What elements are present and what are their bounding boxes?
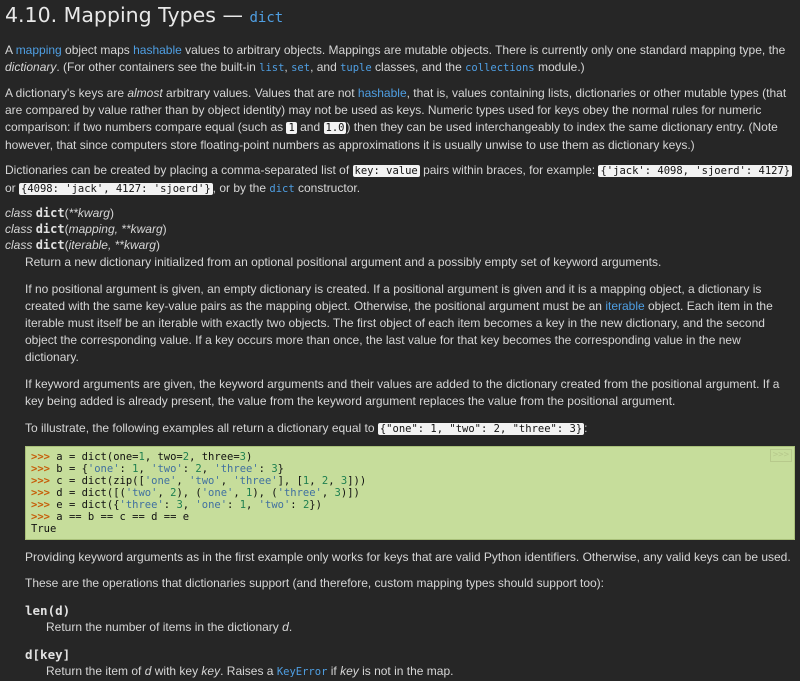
desc-operations: These are the operations that dictionari… <box>25 576 604 590</box>
dict-description: Return a new dictionary initialized from… <box>25 254 795 681</box>
literal-example-1: {'jack': 4098, 'sjoerd': 4127} <box>598 165 793 177</box>
desc-keyword: If keyword arguments are given, the keyw… <box>25 377 780 408</box>
signature-1: class dict(**kwarg) <box>5 206 114 220</box>
literal-1-0: 1.0 <box>323 122 347 134</box>
literal-example-2: {4098: 'jack', 4127: 'sjoerd'} <box>19 183 213 195</box>
op-getitem-desc: Return the item of d with key key. Raise… <box>46 664 454 678</box>
literal-key-value: key: value <box>352 165 420 177</box>
desc-return: Return a new dictionary initialized from… <box>25 255 662 269</box>
paragraph-creation: Dictionaries can be created by placing a… <box>5 163 793 195</box>
signature-2: class dict(mapping, **kwarg) <box>5 222 167 236</box>
heading-code-link[interactable]: dict <box>249 10 283 26</box>
code-example: >>> >>> a = dict(one=1, two=2, three=3) >… <box>25 446 795 540</box>
paragraph-intro: A mapping object maps hashable values to… <box>5 43 786 74</box>
link-tuple[interactable]: tuple <box>340 62 372 74</box>
literal-1: 1 <box>286 122 297 134</box>
document-page: 4.10. Mapping Types — dict A mapping obj… <box>0 0 800 681</box>
copy-prompt-toggle[interactable]: >>> <box>769 449 792 462</box>
desc-positional: If no positional argument is given, an e… <box>25 282 773 364</box>
link-mapping[interactable]: mapping <box>16 43 62 57</box>
section-heading: 4.10. Mapping Types — dict <box>5 3 284 27</box>
signature-3: class dict(iterable, **kwarg) <box>5 238 160 252</box>
link-list[interactable]: list <box>259 62 284 74</box>
op-len: len(d) Return the number of items in the… <box>25 602 795 636</box>
signature-list: class dict(**kwarg) class dict(mapping, … <box>5 205 795 253</box>
link-hashable[interactable]: hashable <box>133 43 182 57</box>
paragraph-keys: A dictionary's keys are almost arbitrary… <box>5 86 787 152</box>
link-dict[interactable]: dict <box>269 183 294 195</box>
link-iterable[interactable]: iterable <box>605 299 644 313</box>
op-len-desc: Return the number of items in the dictio… <box>46 620 293 634</box>
link-collections[interactable]: collections <box>465 62 535 74</box>
op-len-name: len(d) <box>25 603 71 618</box>
link-hashable-2[interactable]: hashable <box>358 86 407 100</box>
link-set[interactable]: set <box>291 62 310 74</box>
desc-identifiers: Providing keyword arguments as in the fi… <box>25 550 791 564</box>
op-getitem: d[key] Return the item of d with key key… <box>25 646 795 681</box>
desc-illustrate: To illustrate, the following examples al… <box>25 421 588 435</box>
link-keyerror[interactable]: KeyError <box>277 666 328 678</box>
literal-result: {"one": 1, "two": 2, "three": 3} <box>377 423 585 435</box>
